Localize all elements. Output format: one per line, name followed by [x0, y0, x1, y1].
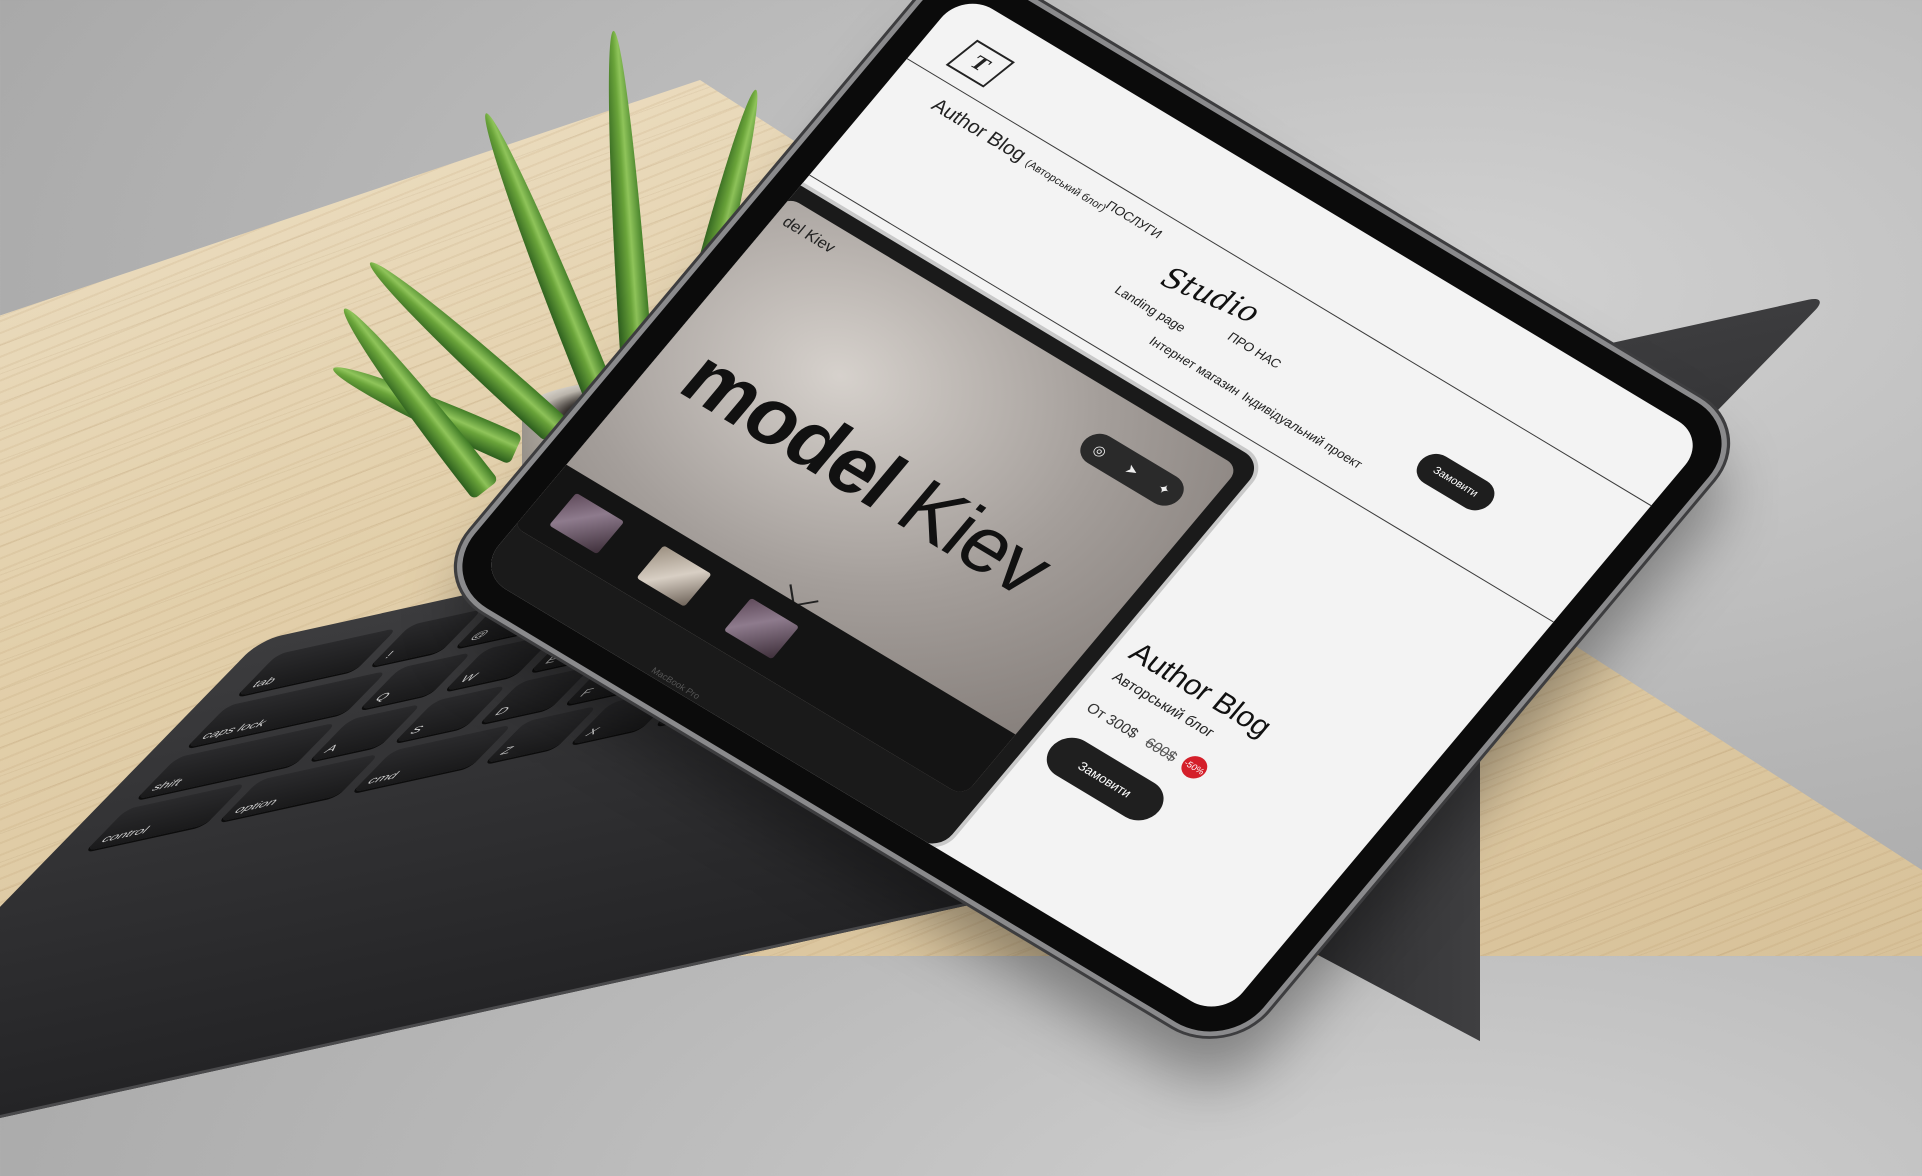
nav-author-blog[interactable]: Author Blog (Авторський блог): [926, 95, 1114, 217]
social-links: ◎ ➤ ✦: [1072, 427, 1192, 512]
instagram-icon[interactable]: ◎: [1089, 441, 1111, 460]
telegram-icon[interactable]: ➤: [1122, 460, 1142, 479]
thumbnail[interactable]: [636, 545, 712, 607]
product-price: От 300$: [1082, 699, 1142, 742]
discount-badge: -50%: [1176, 751, 1213, 783]
corner-site-name: del Kiev: [778, 213, 839, 257]
product-old-price: 600$: [1140, 734, 1181, 766]
nav-individual[interactable]: Індивідуальний проект: [1239, 389, 1366, 471]
nav-order-button[interactable]: Замовити: [1409, 447, 1502, 517]
twitter-icon[interactable]: ✦: [1154, 479, 1174, 498]
site-logo[interactable]: T: [945, 39, 1015, 88]
nav-services[interactable]: ПОСЛУГИ: [1103, 198, 1166, 241]
thumbnail[interactable]: [548, 492, 625, 555]
thumbnail[interactable]: [723, 597, 800, 660]
nav-about[interactable]: ПРО НАС: [1225, 329, 1285, 371]
laptop-label: MacBook Pro: [649, 665, 703, 701]
